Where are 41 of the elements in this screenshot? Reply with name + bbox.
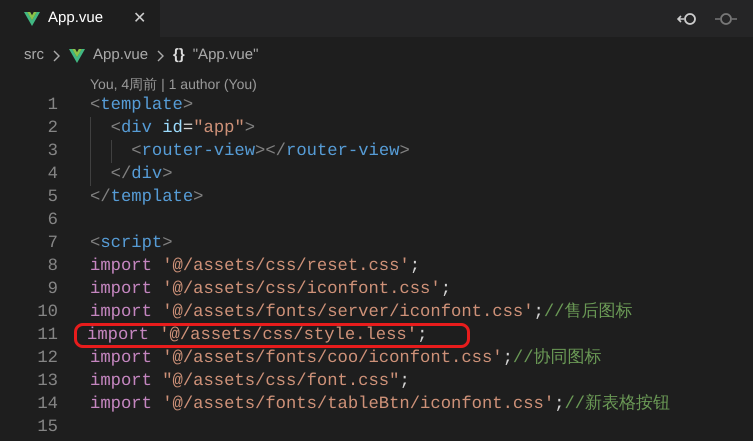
code-line: import "@/assets/css/font.css"; xyxy=(89,372,411,391)
line-number: 4 xyxy=(46,164,58,186)
line-number: 2 xyxy=(46,118,58,140)
code-line: <div id="app"> xyxy=(110,119,256,138)
line-number: 15 xyxy=(36,417,58,439)
code-line: <template> xyxy=(89,96,194,115)
line-number: 13 xyxy=(36,371,58,393)
line-number: 7 xyxy=(46,233,58,255)
line-number: 14 xyxy=(36,394,58,416)
code-line: <router-view></router-view> xyxy=(130,142,411,161)
breadcrumb-item[interactable]: App.vue xyxy=(93,44,148,67)
editor-tab[interactable]: App.vue ✕ xyxy=(0,0,160,37)
line-number: 9 xyxy=(46,279,58,301)
code-line: <script> xyxy=(89,234,174,253)
line-number: 8 xyxy=(46,256,58,278)
code-line: import '@/assets/fonts/coo/iconfont.css';//协同图标 xyxy=(89,349,603,368)
timeline-forward-icon[interactable] xyxy=(715,10,737,26)
vue-file-icon xyxy=(24,12,40,26)
breadcrumb-item[interactable]: "App.vue" xyxy=(192,44,258,67)
line-number: 3 xyxy=(46,141,58,163)
line-number: 11 xyxy=(36,325,58,347)
breadcrumb-item[interactable]: src xyxy=(24,44,44,67)
line-number: 12 xyxy=(36,348,58,370)
timeline-back-icon[interactable] xyxy=(677,10,699,26)
line-number: 6 xyxy=(46,210,58,232)
line-number: 10 xyxy=(36,302,58,324)
vue-file-icon xyxy=(69,48,85,62)
highlight-box: import '@/assets/css/style.less'; xyxy=(77,326,468,345)
chevron-icon xyxy=(156,50,166,62)
line-number: 5 xyxy=(46,187,58,209)
braces-icon: {} xyxy=(173,44,185,67)
code-line: import '@/assets/css/iconfont.css'; xyxy=(89,280,452,299)
codelens-text[interactable]: You, 4周前 | 1 author (You) xyxy=(0,74,753,94)
code-line: </div> xyxy=(110,165,174,184)
line-number: 1 xyxy=(46,95,58,117)
code-line: import '@/assets/fonts/server/iconfont.css';//售后图标 xyxy=(89,303,634,322)
code-line: import '@/assets/css/reset.css'; xyxy=(89,257,422,276)
chevron-icon xyxy=(52,50,61,62)
close-button[interactable]: ✕ xyxy=(129,6,150,30)
code-line: </template> xyxy=(89,188,204,207)
code-line: import '@/assets/fonts/tableBtn/iconfont.css';//新表格按钮 xyxy=(89,395,672,414)
